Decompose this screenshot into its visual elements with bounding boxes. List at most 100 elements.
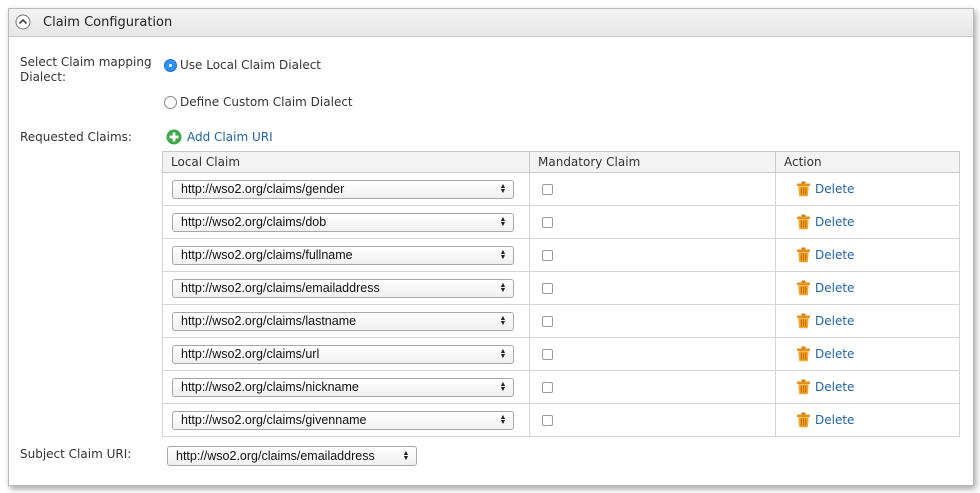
mandatory-claim-checkbox[interactable] [542, 249, 553, 261]
header-local-claim: Local Claim [162, 151, 530, 173]
local-claim-select[interactable]: http://wso2.org/claims/fullname ▲ ▼ [172, 245, 514, 265]
action-cell: Delete [775, 403, 960, 437]
table-row: http://wso2.org/claims/fullname ▲ ▼ Delet… [162, 238, 960, 272]
local-claim-value: http://wso2.org/claims/dob [181, 215, 327, 229]
add-claim-uri-label: Add Claim URI [187, 130, 273, 144]
header-action: Action [775, 151, 960, 173]
delete-label: Delete [815, 380, 855, 394]
select-arrows-icon: ▲ ▼ [499, 414, 507, 426]
action-cell: Delete [775, 337, 960, 371]
delete-link[interactable]: Delete [796, 247, 959, 263]
dialect-label: Select Claim mapping Dialect: [20, 55, 152, 85]
delete-link[interactable]: Delete [796, 379, 959, 395]
delete-link[interactable]: Delete [796, 181, 959, 197]
requested-claims-label: Requested Claims: [20, 130, 132, 144]
local-claim-cell: http://wso2.org/claims/lastname ▲ ▼ [162, 304, 530, 338]
mandatory-claim-checkbox[interactable] [542, 414, 553, 426]
local-claim-select[interactable]: http://wso2.org/claims/givenname ▲ ▼ [172, 410, 514, 430]
requested-claims-table: Local Claim Mandatory Claim Action http:… [162, 151, 960, 437]
mandatory-claim-cell [529, 403, 776, 437]
trash-icon [797, 346, 810, 362]
panel-title: Claim Configuration [43, 15, 173, 30]
local-claim-select[interactable]: http://wso2.org/claims/url ▲ ▼ [172, 344, 514, 364]
trash-icon [797, 214, 810, 230]
mandatory-claim-checkbox[interactable] [542, 183, 553, 195]
local-claim-select[interactable]: http://wso2.org/claims/nickname ▲ ▼ [172, 377, 514, 397]
trash-icon [797, 313, 810, 329]
table-row: http://wso2.org/claims/url ▲ ▼ Delete [162, 337, 960, 371]
local-claim-select[interactable]: http://wso2.org/claims/emailaddress ▲ ▼ [172, 278, 514, 298]
select-arrows-icon: ▲ ▼ [499, 183, 507, 195]
local-claim-value: http://wso2.org/claims/nickname [181, 380, 359, 394]
local-claim-value: http://wso2.org/claims/fullname [181, 248, 353, 262]
local-claim-value: http://wso2.org/claims/emailaddress [181, 281, 380, 295]
delete-label: Delete [815, 215, 855, 229]
table-row: http://wso2.org/claims/nickname ▲ ▼ Delet… [162, 370, 960, 404]
action-cell: Delete [775, 370, 960, 404]
action-cell: Delete [775, 304, 960, 338]
local-claim-select[interactable]: http://wso2.org/claims/gender ▲ ▼ [172, 179, 514, 199]
radio-label-local: Use Local Claim Dialect [180, 58, 321, 72]
local-claim-value: http://wso2.org/claims/gender [181, 182, 345, 196]
local-claim-cell: http://wso2.org/claims/nickname ▲ ▼ [162, 370, 530, 404]
trash-icon [797, 379, 810, 395]
delete-link[interactable]: Delete [796, 412, 959, 428]
add-plus-circle-icon[interactable] [166, 129, 182, 145]
delete-label: Delete [815, 281, 855, 295]
mandatory-claim-cell [529, 205, 776, 239]
mandatory-claim-cell [529, 172, 776, 206]
claim-configuration-panel: Claim Configuration Select Claim mapping… [8, 8, 974, 486]
action-cell: Delete [775, 205, 960, 239]
delete-link[interactable]: Delete [796, 313, 959, 329]
select-arrows-icon: ▲ ▼ [499, 216, 507, 228]
panel-header[interactable]: Claim Configuration [9, 9, 973, 37]
mandatory-claim-checkbox[interactable] [542, 282, 553, 294]
table-row: http://wso2.org/claims/emailaddress ▲ ▼ D… [162, 271, 960, 305]
local-claim-select[interactable]: http://wso2.org/claims/lastname ▲ ▼ [172, 311, 514, 331]
local-claim-cell: http://wso2.org/claims/gender ▲ ▼ [162, 172, 530, 206]
action-cell: Delete [775, 271, 960, 305]
trash-icon [797, 181, 810, 197]
mandatory-claim-checkbox[interactable] [542, 216, 553, 228]
radio-define-custom-dialect[interactable]: Define Custom Claim Dialect [164, 93, 353, 111]
table-header-row: Local Claim Mandatory Claim Action [162, 151, 960, 173]
select-arrows-icon: ▲ ▼ [499, 381, 507, 393]
action-cell: Delete [775, 172, 960, 206]
local-claim-value: http://wso2.org/claims/lastname [181, 314, 357, 328]
mandatory-claim-cell [529, 304, 776, 338]
select-arrows-icon: ▲ ▼ [499, 282, 507, 294]
table-row: http://wso2.org/claims/givenname ▲ ▼ Dele… [162, 403, 960, 437]
local-claim-cell: http://wso2.org/claims/dob ▲ ▼ [162, 205, 530, 239]
mandatory-claim-checkbox[interactable] [542, 381, 553, 393]
subject-claim-uri-select[interactable]: http://wso2.org/claims/emailaddress ▲ ▼ [167, 446, 417, 466]
collapse-chevron-up-icon[interactable] [15, 14, 31, 30]
mandatory-claim-cell [529, 370, 776, 404]
radio-button-selected[interactable] [164, 58, 177, 72]
trash-icon [797, 412, 810, 428]
local-claim-select[interactable]: http://wso2.org/claims/dob ▲ ▼ [172, 212, 514, 232]
mandatory-claim-cell [529, 337, 776, 371]
mandatory-claim-cell [529, 238, 776, 272]
radio-button-unselected[interactable] [164, 95, 177, 109]
delete-label: Delete [815, 314, 855, 328]
delete-label: Delete [815, 248, 855, 262]
delete-link[interactable]: Delete [796, 214, 959, 230]
table-row: http://wso2.org/claims/lastname ▲ ▼ Delet… [162, 304, 960, 338]
delete-link[interactable]: Delete [796, 346, 959, 362]
trash-icon [797, 247, 810, 263]
delete-label: Delete [815, 347, 855, 361]
local-claim-cell: http://wso2.org/claims/fullname ▲ ▼ [162, 238, 530, 272]
mandatory-claim-cell [529, 271, 776, 305]
subject-claim-uri-label: Subject Claim URI: [20, 447, 132, 461]
mandatory-claim-checkbox[interactable] [542, 315, 553, 327]
radio-label-custom: Define Custom Claim Dialect [180, 95, 353, 109]
table-row: http://wso2.org/claims/gender ▲ ▼ Delete [162, 172, 960, 206]
add-claim-uri-link[interactable]: Add Claim URI [166, 129, 273, 145]
subject-claim-uri-value: http://wso2.org/claims/emailaddress [176, 449, 375, 463]
claims-table-body: http://wso2.org/claims/gender ▲▼ Delete [162, 172, 960, 437]
radio-use-local-dialect[interactable]: Use Local Claim Dialect [164, 56, 321, 74]
delete-link[interactable]: Delete [796, 280, 959, 296]
dialect-label-line1: Select Claim mapping [20, 55, 152, 69]
mandatory-claim-checkbox[interactable] [542, 348, 553, 360]
select-arrows-icon: ▲ ▼ [499, 249, 507, 261]
